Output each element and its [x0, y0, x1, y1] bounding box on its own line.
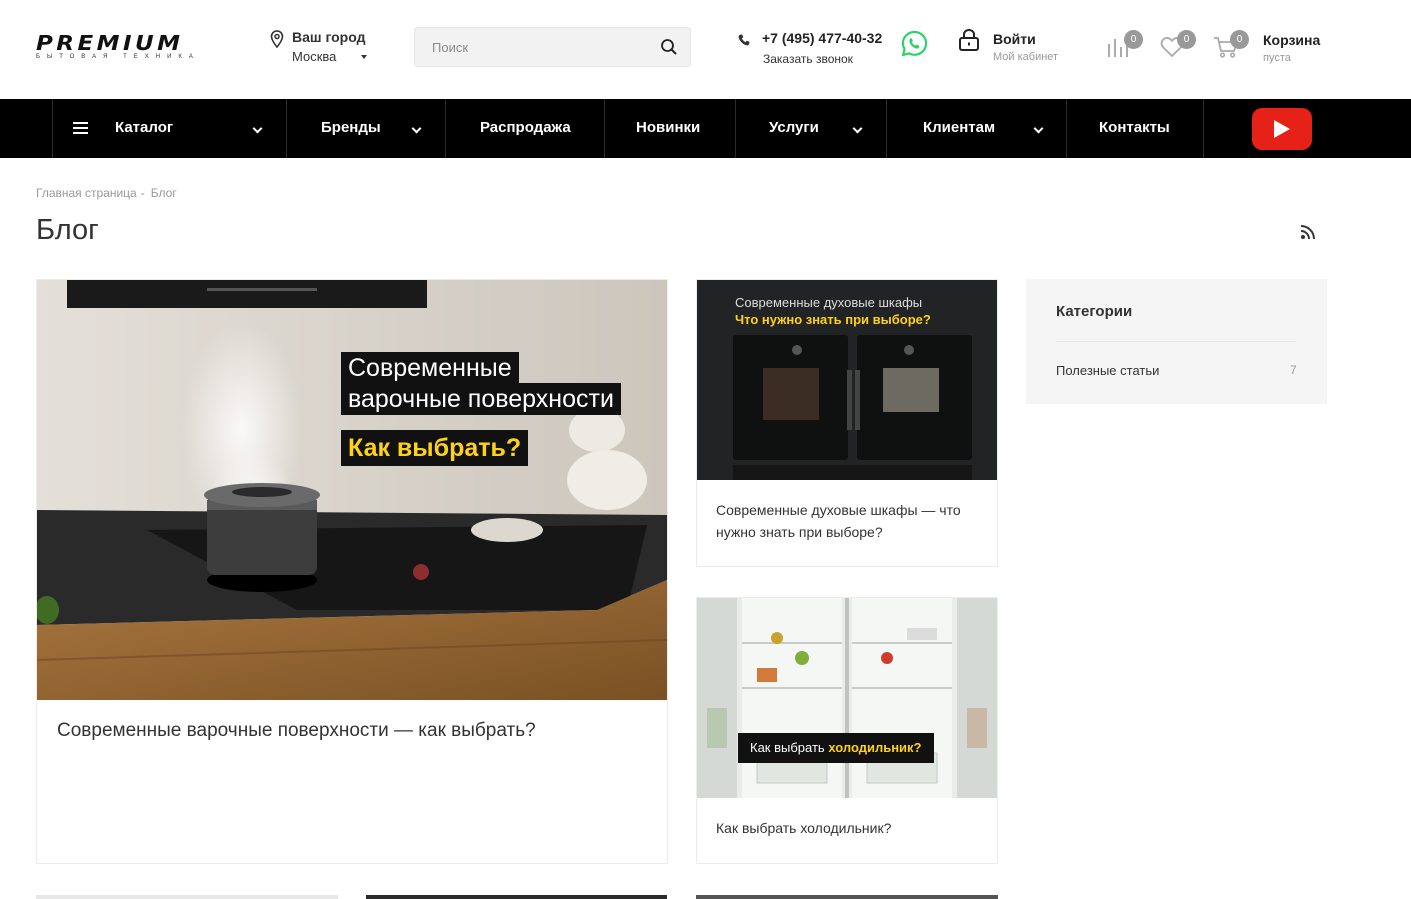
site-header: PREMIUM БЫТОВАЯ ТЕХНИКА Ваш город Москва…: [0, 0, 1411, 99]
page-title: Блог: [36, 214, 99, 246]
blog-image-fridge: Как выбрать холодильник?: [697, 598, 997, 798]
nav-sale[interactable]: Распродажа: [445, 99, 604, 158]
blog-title-ovens[interactable]: Современные духовые шкафы — что нужно зн…: [716, 499, 986, 543]
login-title: Войти: [993, 31, 1036, 47]
city-caret-icon: [361, 55, 367, 59]
youtube-icon[interactable]: [1252, 108, 1312, 150]
lock-icon: [959, 28, 979, 51]
hob-overlay-line-2: варочные поверхности: [341, 383, 621, 415]
search-input[interactable]: [415, 28, 645, 66]
whatsapp-icon[interactable]: [901, 30, 928, 57]
cart-status: пуста: [1263, 52, 1291, 64]
chevron-down-icon: [1033, 123, 1044, 134]
breadcrumb-home[interactable]: Главная страница: [36, 186, 137, 200]
cart-count-badge: 0: [1230, 30, 1249, 49]
fridge-illustration: [697, 598, 997, 798]
chevron-down-icon: [852, 123, 863, 134]
hamburger-icon: [73, 122, 88, 134]
cart-summary[interactable]: Корзина пуста: [1263, 32, 1320, 64]
breadcrumb: Главная страница - Блог: [36, 186, 177, 200]
nav-clients-label: Клиентам: [923, 119, 996, 136]
chevron-down-icon: [411, 123, 422, 134]
main-navigation: Каталог Бренды Распродажа Новинки Услуги…: [0, 99, 1411, 158]
blog-image-hob: Современные варочные поверхности Как выб…: [37, 280, 667, 700]
search-icon[interactable]: [660, 38, 678, 56]
favorites-count-badge: 0: [1177, 30, 1196, 49]
blog-card-ovens[interactable]: Современные духовые шкафы Что нужно знат…: [696, 279, 998, 567]
search-box: [414, 27, 691, 67]
cart-button[interactable]: 0: [1213, 30, 1249, 63]
city-label: Ваш город: [292, 29, 366, 45]
callback-link[interactable]: Заказать звонок: [763, 52, 853, 66]
hob-overlay-accent: Как выбрать?: [341, 430, 529, 466]
blog-title-hob[interactable]: Современные варочные поверхности — как в…: [57, 720, 536, 742]
category-item[interactable]: Полезные статьи: [1056, 363, 1159, 378]
hob-overlay-line-1: Современные: [341, 352, 519, 384]
compare-button[interactable]: 0: [1106, 30, 1143, 63]
blog-image-ovens: Современные духовые шкафы Что нужно знат…: [697, 280, 997, 480]
breadcrumb-current: Блог: [150, 186, 177, 200]
logo-wordmark: PREMIUM: [36, 31, 184, 55]
nav-services[interactable]: Услуги: [735, 99, 886, 158]
blog-title-fridge[interactable]: Как выбрать холодильник?: [716, 820, 891, 836]
fridge-overlay-accent: холодильник?: [828, 740, 922, 755]
nav-brands[interactable]: Бренды: [286, 99, 445, 158]
nav-catalog-label: Каталог: [115, 119, 174, 136]
categories-sidebar: Категории Полезные статьи: [1026, 279, 1327, 404]
fridge-overlay: Как выбрать холодильник?: [738, 733, 934, 763]
blog-card-partial: [696, 895, 998, 899]
blog-card-partial: [366, 895, 667, 899]
login-subtitle: Мой кабинет: [993, 51, 1059, 63]
hob-illustration: [37, 280, 667, 700]
nav-new-label: Новинки: [636, 119, 701, 136]
nav-brands-label: Бренды: [321, 119, 381, 136]
nav-catalog[interactable]: Каталог: [52, 99, 286, 158]
cart-title: Корзина: [1263, 32, 1321, 48]
blog-card-hob[interactable]: Современные варочные поверхности Как выб…: [36, 279, 668, 864]
site-logo[interactable]: PREMIUM БЫТОВАЯ ТЕХНИКА: [36, 33, 228, 61]
ovens-overlay-line: Современные духовые шкафы: [735, 295, 923, 310]
fridge-overlay-text: Как выбрать: [750, 740, 825, 755]
rss-icon[interactable]: [1300, 224, 1316, 240]
location-pin-icon: [270, 30, 284, 48]
categories-divider: [1056, 341, 1296, 342]
breadcrumb-separator: -: [140, 186, 145, 200]
nav-sale-label: Распродажа: [480, 119, 571, 136]
nav-contacts[interactable]: Контакты: [1066, 99, 1204, 158]
ovens-illustration: [697, 280, 997, 480]
nav-services-label: Услуги: [769, 119, 819, 136]
compare-count-badge: 0: [1124, 30, 1143, 49]
favorites-button[interactable]: 0: [1160, 30, 1196, 63]
phone-icon: [738, 34, 750, 46]
phone-number[interactable]: +7 (495) 477-40-32: [762, 30, 882, 46]
ovens-overlay-accent: Что нужно знать при выборе?: [735, 312, 931, 327]
categories-heading: Категории: [1056, 303, 1133, 320]
category-count: 7: [1290, 363, 1297, 377]
blog-card-fridge[interactable]: Как выбрать холодильник? Как выбрать хол…: [696, 597, 998, 864]
city-value: Москва: [292, 49, 337, 64]
blog-card-partial: [36, 895, 338, 899]
nav-clients[interactable]: Клиентам: [886, 99, 1066, 158]
nav-contacts-label: Контакты: [1099, 119, 1170, 136]
nav-new[interactable]: Новинки: [604, 99, 735, 158]
chevron-down-icon: [252, 123, 263, 134]
